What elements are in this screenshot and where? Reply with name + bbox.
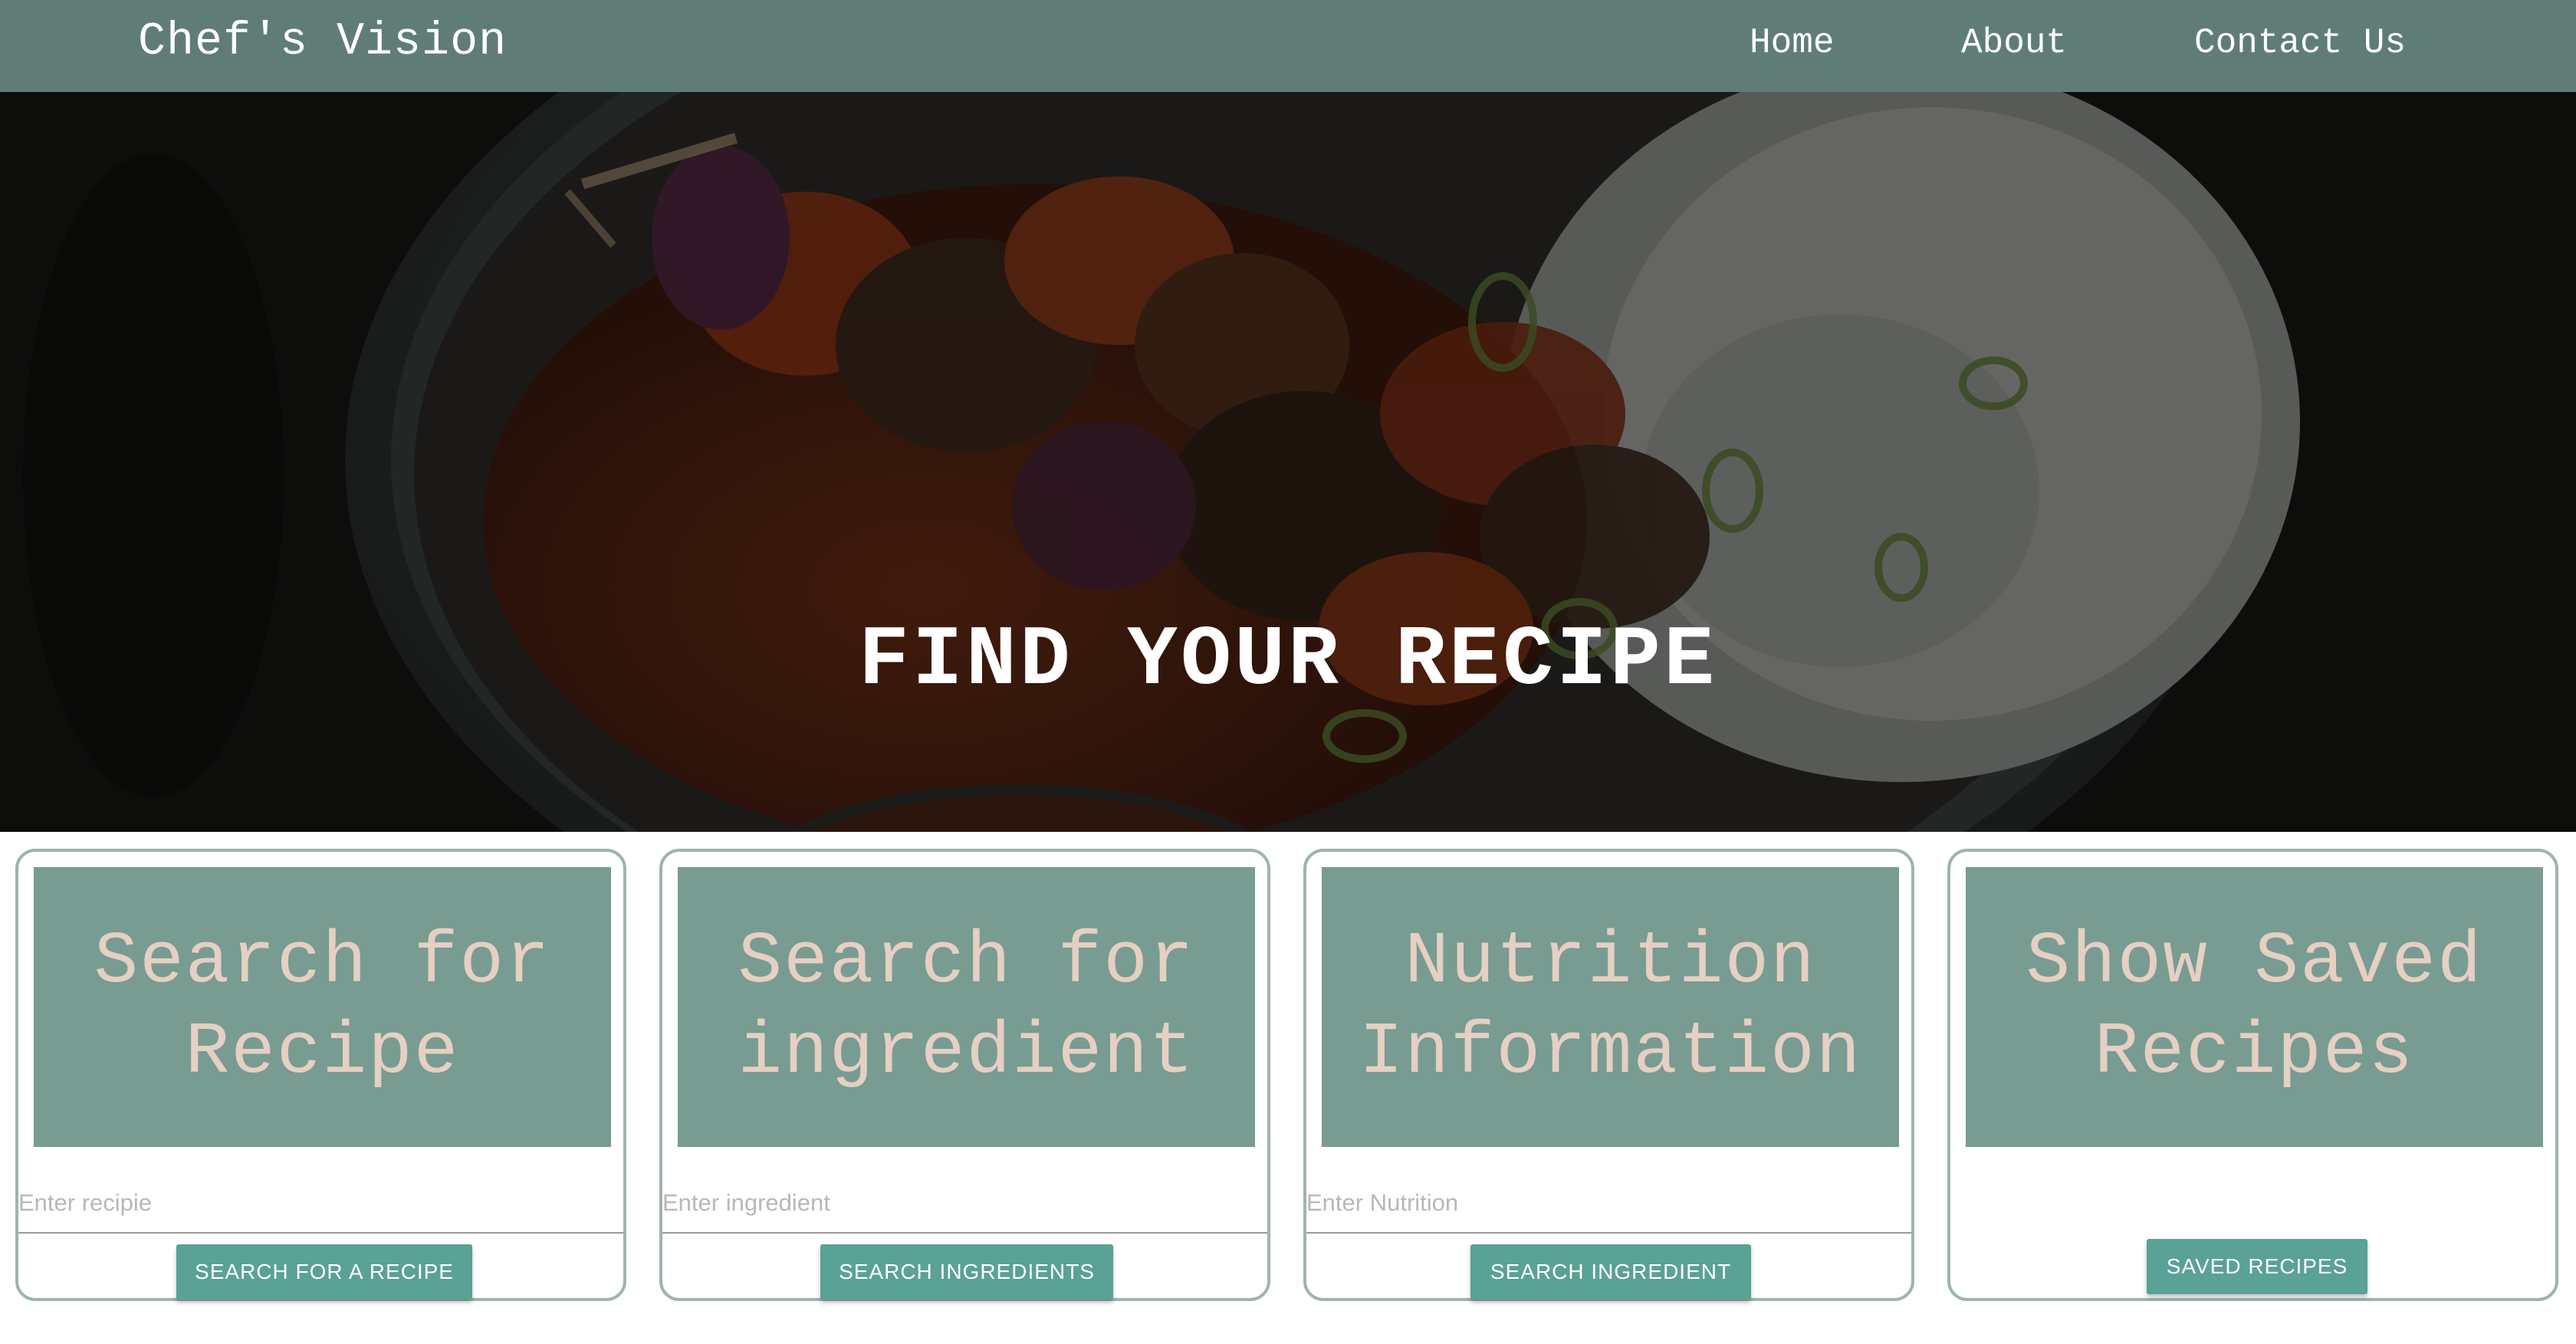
brand-logo[interactable]: Chef's Vision: [138, 15, 507, 69]
ingredient-search-input[interactable]: [662, 1174, 1267, 1234]
nav-home-link[interactable]: Home: [1750, 18, 1834, 67]
search-recipe-button[interactable]: SEARCH FOR A RECIPE: [176, 1244, 472, 1300]
card-title: Nutrition Information: [1322, 867, 1899, 1147]
hero-title: FIND YOUR RECIPE: [858, 613, 1718, 709]
search-ingredient-card: Search for ingredient SEARCH INGREDIENTS: [659, 849, 1270, 1301]
search-recipe-card: Search for Recipe SEARCH FOR A RECIPE: [15, 849, 626, 1301]
nutrition-search-input[interactable]: [1306, 1174, 1911, 1234]
card-title: Search for Recipe: [34, 867, 611, 1147]
recipe-search-input[interactable]: [18, 1174, 623, 1234]
nav-about-link[interactable]: About: [1961, 18, 2067, 67]
hero-food-image: [0, 92, 2576, 832]
hero-banner: FIND YOUR RECIPE: [0, 92, 2576, 832]
search-ingredients-button[interactable]: SEARCH INGREDIENTS: [820, 1244, 1113, 1300]
search-nutrition-button[interactable]: SEARCH INGREDIENT: [1470, 1244, 1751, 1300]
card-title: Show Saved Recipes: [1966, 867, 2543, 1147]
saved-recipes-button[interactable]: SAVED RECIPES: [2147, 1239, 2367, 1294]
nutrition-info-card: Nutrition Information SEARCH INGREDIENT: [1303, 849, 1914, 1301]
saved-recipes-card: Show Saved Recipes SAVED RECIPES: [1947, 849, 2558, 1301]
nav-contact-link[interactable]: Contact Us: [2194, 18, 2406, 67]
card-title: Search for ingredient: [678, 867, 1255, 1147]
top-navbar: Chef's Vision Home About Contact Us: [0, 0, 2576, 92]
